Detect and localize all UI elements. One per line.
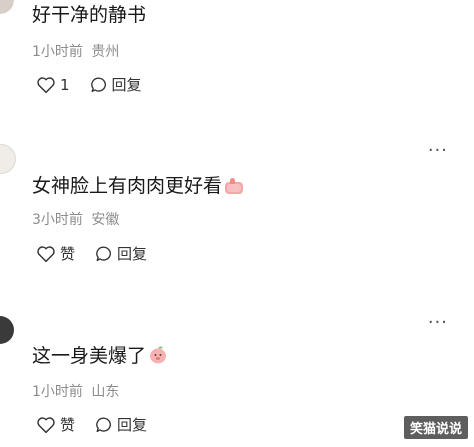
comment-text: 好干净的静书 xyxy=(32,4,147,26)
like-button[interactable]: 赞 xyxy=(36,243,75,264)
thumbs-up-icon xyxy=(224,177,244,201)
comment-meta: 1小时前 贵州 xyxy=(32,43,123,61)
speech-bubble-icon xyxy=(90,77,106,92)
reply-button[interactable]: 回复 xyxy=(95,414,147,435)
like-button[interactable]: 1 xyxy=(36,76,70,94)
comment-meta: 1小时前 山东 xyxy=(32,383,123,401)
comment-text-body: 这一身美爆了 xyxy=(32,345,147,367)
like-button[interactable]: 赞 xyxy=(36,414,75,435)
avatar[interactable] xyxy=(0,0,14,14)
watermark: 笑猫说说 xyxy=(403,416,468,439)
speech-bubble-icon xyxy=(96,246,111,261)
comment-list: 好干净的静书 1小时前 贵州 1 回复 ··· 女神脸上有肉肉更好看 3小时前 … xyxy=(0,0,474,447)
comment-location: 贵州 xyxy=(91,44,120,60)
reply-label: 回复 xyxy=(117,416,148,434)
reply-label: 回复 xyxy=(111,76,142,94)
avatar[interactable] xyxy=(0,144,16,174)
heart-icon xyxy=(37,416,55,433)
comment-text: 这一身美爆了 xyxy=(32,344,168,371)
heart-icon xyxy=(37,245,55,262)
heart-icon xyxy=(37,76,55,93)
reply-label: 回复 xyxy=(117,245,148,263)
more-options-button[interactable]: ··· xyxy=(428,140,448,161)
like-label: 赞 xyxy=(60,416,76,434)
avatar[interactable] xyxy=(0,316,14,344)
like-label: 赞 xyxy=(60,245,76,263)
comment-text: 女神脸上有肉肉更好看 xyxy=(32,174,244,201)
comment-location: 安徽 xyxy=(91,212,120,228)
speech-bubble-icon xyxy=(96,417,111,432)
reply-button[interactable]: 回复 xyxy=(95,243,147,264)
like-label: 1 xyxy=(60,75,70,94)
comment-time: 1小时前 xyxy=(32,44,83,60)
comment-actions: 赞 回复 xyxy=(36,243,167,264)
comment-actions: 赞 回复 xyxy=(36,414,167,435)
more-options-button[interactable]: ··· xyxy=(428,312,448,333)
comment-meta: 3小时前 安徽 xyxy=(32,211,123,229)
comment-time: 1小时前 xyxy=(32,384,83,400)
peach-face-icon xyxy=(148,345,168,371)
comment-actions: 1 回复 xyxy=(36,74,162,95)
comment-time: 3小时前 xyxy=(32,212,83,228)
comment-location: 山东 xyxy=(91,384,120,400)
comment-text-body: 女神脸上有肉肉更好看 xyxy=(32,175,223,197)
reply-button[interactable]: 回复 xyxy=(90,74,142,95)
